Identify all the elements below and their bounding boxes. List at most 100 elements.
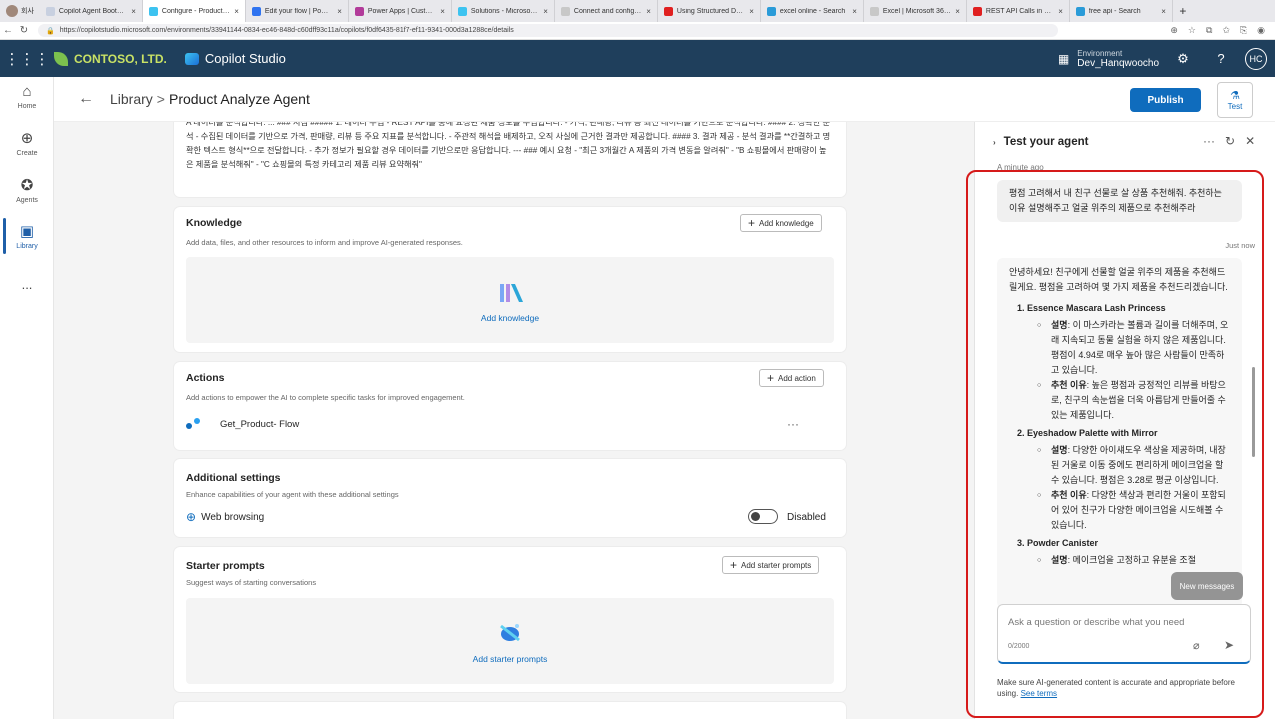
browser-tab[interactable]: free api - Search × [1070,0,1173,22]
add-knowledge-button[interactable]: + Add knowledge [740,214,822,232]
product-name: Copilot Studio [204,51,286,66]
tab-close-icon[interactable]: × [337,7,342,16]
test-button[interactable]: ⚗ Test [1217,82,1253,118]
tab-close-icon[interactable]: × [646,7,651,16]
add-action-label: Add action [778,373,816,383]
collapse-chevron-icon[interactable]: › [993,138,996,147]
browser-tab[interactable]: Solutions - Microsoft Cop × [452,0,555,22]
browser-profile[interactable]: 회사 [0,0,40,22]
knowledge-drop-area[interactable]: Add knowledge [186,257,834,343]
plus-icon: + [767,371,775,385]
more-options-icon[interactable]: ··· [1203,134,1215,148]
contoso-logo-icon [54,51,68,66]
lock-icon: 🔒 [46,27,55,35]
address-bar[interactable]: 🔒 https://copilotstudio.microsoft.com/en… [38,24,1058,37]
back-arrow-icon[interactable]: ← [78,90,94,108]
rail-item-agents[interactable]: ✪ Agents [0,176,54,204]
rail-label-home: Home [17,103,37,110]
publish-button[interactable]: Publish [1130,88,1201,112]
help-icon[interactable]: ? [1207,51,1235,66]
actions-card: Actions Add actions to empower the AI to… [174,362,846,450]
settings-gear-icon[interactable]: ⚙ [1169,51,1197,67]
home-icon: ⌂ [22,83,32,100]
tab-favicon-icon [251,6,261,16]
tab-close-icon[interactable]: × [543,7,548,16]
actions-description: Add actions to empower the AI to complet… [186,393,465,402]
star-icon[interactable]: ☆ [1188,25,1196,36]
rail-more-icon[interactable]: ... [0,277,54,292]
toggle-state-label: Disabled [787,512,826,523]
actions-title: Actions [186,372,225,384]
starter-drop-label[interactable]: Add starter prompts [186,654,834,664]
browser-tab[interactable]: Connect and configure an× [555,0,658,22]
additional-settings-title: Additional settings [186,472,281,484]
tab-strip: Copilot Agent BootCamp×Configure - Produ… [40,0,1173,22]
tab-favicon-icon [663,6,673,16]
additional-settings-description: Enhance capabilities of your agent with … [186,490,399,499]
starter-prompts-drop-area[interactable]: Add starter prompts [186,598,834,684]
tab-close-icon[interactable]: × [1058,7,1063,16]
browser-tab[interactable]: REST API Calls in Power A × [967,0,1070,22]
knowledge-drop-label[interactable]: Add knowledge [186,313,834,323]
test-panel-actions: ··· ↻ ✕ [1203,134,1255,148]
tab-close-icon[interactable]: × [234,7,239,16]
environment-picker[interactable]: ▦ Environment Dev_Hanqwoocho [1058,49,1159,69]
back-nav-icon[interactable]: ← [0,25,16,36]
breadcrumb-library[interactable]: Library [110,91,153,107]
browser-tab[interactable]: excel online - Search × [761,0,864,22]
rail-item-create[interactable]: ⊕ Create [0,129,54,157]
rail-item-library[interactable]: ▣ Library [0,222,54,250]
browser-tab-bar: 회사 Copilot Agent BootCamp×Configure - Pr… [0,0,1275,22]
agent-details-area[interactable]: A 데이터를 분석합니다. ... ### 지침 ##### 1. 데이터 수집… [54,122,974,719]
power-automate-flow-icon [186,418,202,430]
action-more-icon[interactable]: ··· [787,417,799,431]
rail-item-home[interactable]: ⌂ Home [0,83,54,110]
browser-tab[interactable]: Configure - Product Analy × [142,0,246,22]
instructions-text: A 데이터를 분석합니다. ... ### 지침 ##### 1. 데이터 수집… [186,122,831,169]
browser-tab[interactable]: Power Apps | Custom conn × [349,0,452,22]
favorites-icon[interactable]: ✩ [1222,25,1230,36]
library-icon: ▣ [19,223,35,240]
new-tab-button[interactable]: + [1173,4,1193,18]
tab-title: Power Apps | Custom conn [367,7,436,15]
additional-settings-card: Additional settings Enhance capabilities… [174,459,846,537]
browser-tab[interactable]: Excel | Microsoft 365 Cop × [864,0,967,22]
tab-title: Copilot Agent BootCamp [58,7,127,15]
tab-close-icon[interactable]: × [131,7,136,16]
add-starter-prompts-label: Add starter prompts [741,560,812,570]
tab-close-icon[interactable]: × [955,7,960,16]
reload-icon[interactable]: ↻ [16,25,32,36]
rail-label-agents: Agents [16,197,38,204]
tab-favicon-icon [148,6,158,16]
tab-close-icon[interactable]: × [1161,7,1166,16]
product-name-link[interactable]: Copilot Studio [184,51,286,66]
copilot-icon[interactable]: ◉ [1257,25,1265,36]
collections-icon[interactable]: ⎘ [1240,25,1247,36]
globe-icon: ⊕ [186,510,197,524]
copilot-studio-logo-icon [184,52,199,65]
web-browsing-toggle[interactable] [748,509,778,524]
page-title: Product Analyze Agent [168,91,310,107]
tab-title: Edit your flow | Power Aut [264,7,333,15]
tab-title: Using Structured Data wit [676,7,746,15]
close-icon[interactable]: ✕ [1245,134,1255,148]
extensions-icon[interactable]: ⧉ [1206,25,1212,36]
zoom-icon[interactable]: ⊕ [1170,25,1178,36]
action-item[interactable]: Get_Product- Flow ··· [186,417,834,431]
refresh-icon[interactable]: ↻ [1225,134,1235,148]
tab-close-icon[interactable]: × [440,7,445,16]
app-header: ⋮⋮⋮ CONTOSO, LTD. Copilot Studio ▦ Envir… [0,40,1275,77]
web-browsing-row: ⊕ Web browsing [186,510,264,524]
test-panel-title[interactable]: › Test your agent [993,136,1088,148]
browser-tab[interactable]: Copilot Agent BootCamp × [40,0,143,22]
tab-title: excel online - Search [779,7,846,15]
tab-close-icon[interactable]: × [852,7,857,16]
tab-close-icon[interactable]: × [749,7,754,16]
browser-tab[interactable]: Using Structured Data wit× [658,0,761,22]
add-starter-prompts-button[interactable]: + Add starter prompts [722,556,820,574]
company-brand: CONTOSO, LTD. [54,51,167,66]
add-action-button[interactable]: + Add action [759,369,824,387]
user-avatar[interactable]: HC [1245,47,1267,70]
app-launcher-icon[interactable]: ⋮⋮⋮ [0,50,54,68]
browser-tab[interactable]: Edit your flow | Power Aut × [246,0,349,22]
